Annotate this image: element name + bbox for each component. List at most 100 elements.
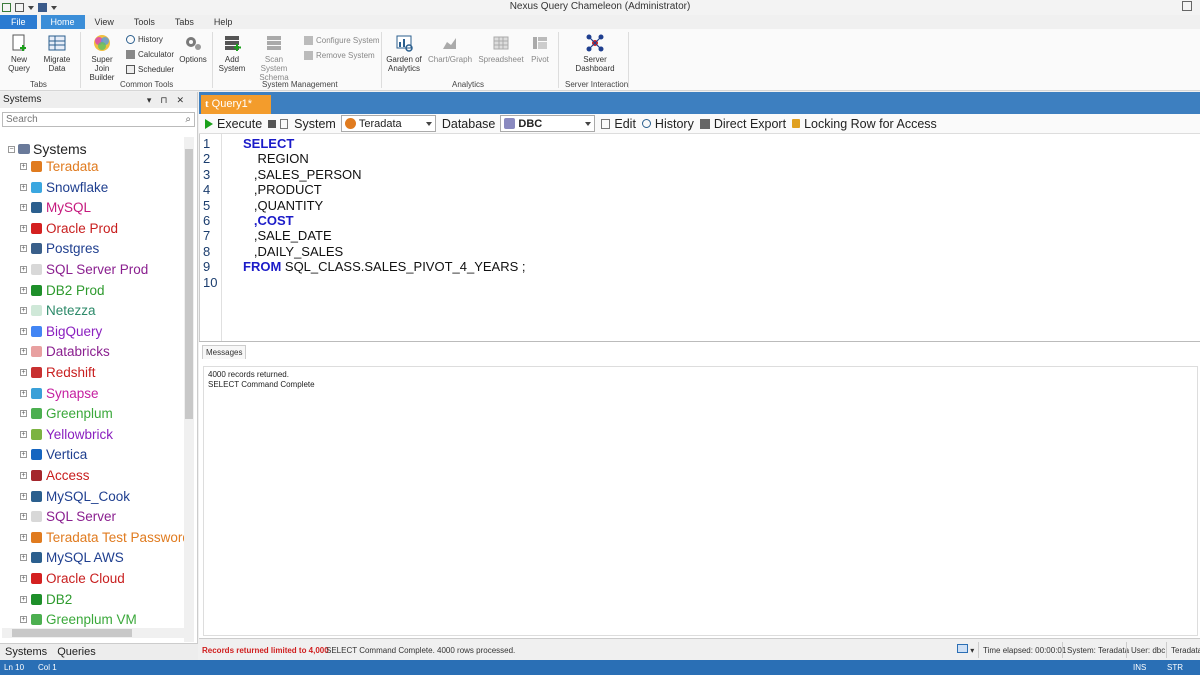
code-line[interactable]: ,SALE_DATE <box>243 228 332 243</box>
tree-item[interactable]: + MySQL AWS <box>20 550 124 565</box>
options-button[interactable]: Options <box>178 33 208 64</box>
code-line[interactable]: SELECT <box>243 136 294 151</box>
system-select[interactable]: Teradata <box>340 115 436 132</box>
code-line[interactable]: ,QUANTITY <box>243 198 323 213</box>
expand-icon[interactable]: + <box>20 163 27 170</box>
tree-item[interactable]: + Vertica <box>20 447 87 462</box>
expand-icon[interactable]: + <box>20 430 27 438</box>
menu-file[interactable]: File <box>0 15 37 29</box>
calculator-button[interactable]: Calculator <box>126 50 174 59</box>
search-icon[interactable]: ⌕ <box>185 114 191 125</box>
tree-item[interactable]: + Postgres <box>20 241 99 256</box>
restore-window-icon[interactable] <box>1182 1 1192 11</box>
tree-item[interactable]: + Netezza <box>20 303 96 318</box>
expand-icon[interactable]: + <box>20 245 27 253</box>
tree-item[interactable]: + BigQuery <box>20 324 102 339</box>
scheduler-button[interactable]: Scheduler <box>126 65 174 74</box>
expand-icon[interactable]: + <box>20 327 27 335</box>
tree-vertical-scrollbar[interactable] <box>184 137 194 642</box>
menu-help[interactable]: Help <box>204 15 243 29</box>
expand-icon[interactable]: + <box>20 348 27 356</box>
history-toolbar-button[interactable]: History <box>641 117 694 131</box>
expand-icon[interactable]: + <box>20 595 27 603</box>
tree-item[interactable]: + Snowflake <box>20 180 108 195</box>
expand-icon[interactable]: + <box>20 554 27 562</box>
expand-icon[interactable]: + <box>20 183 27 191</box>
sql-editor[interactable]: 1 2 3 4 5 6 7 8 9 10 SELECT REGION ,SALES_PERSON … <box>199 134 1200 341</box>
menu-home[interactable]: Home <box>40 15 85 29</box>
chart-graph-button[interactable]: Chart/Graph <box>428 33 472 64</box>
expand-icon[interactable]: + <box>20 369 27 376</box>
tab-query1[interactable]: t Query1* <box>201 95 271 114</box>
menu-tools[interactable]: Tools <box>124 15 165 29</box>
tree-item[interactable]: + Oracle Prod <box>20 221 118 236</box>
expand-icon[interactable]: + <box>20 224 27 232</box>
remove-system-button[interactable]: Remove System <box>304 51 375 60</box>
systems-search-input[interactable] <box>3 113 173 126</box>
edit-button[interactable]: Edit <box>601 117 636 131</box>
status-menu-button[interactable]: ▾ <box>957 644 974 655</box>
expand-icon[interactable]: + <box>20 286 27 294</box>
tree-item[interactable]: + MySQL <box>20 200 91 215</box>
page-icon[interactable] <box>280 118 289 129</box>
expand-icon[interactable]: + <box>20 492 27 500</box>
expand-icon[interactable]: + <box>20 204 27 212</box>
code-line[interactable]: ,PRODUCT <box>243 182 322 197</box>
pivot-button[interactable]: Pivot <box>528 33 552 64</box>
code-line[interactable]: FROM SQL_CLASS.SALES_PIVOT_4_YEARS ; <box>243 259 526 274</box>
configure-system-button[interactable]: Configure System <box>304 36 380 45</box>
code-line[interactable]: REGION <box>243 151 308 166</box>
tree-item[interactable]: + SQL Server Prod <box>20 262 148 277</box>
systems-search-box[interactable]: ⌕ <box>2 112 195 127</box>
execute-button[interactable]: Execute <box>205 117 262 131</box>
tree-root[interactable]: − Systems <box>8 141 87 157</box>
menu-tabs[interactable]: Tabs <box>165 15 204 29</box>
tree-item[interactable]: + Access <box>20 468 90 483</box>
database-select[interactable]: DBC <box>500 115 596 132</box>
menu-view[interactable]: View <box>85 15 124 29</box>
locking-row-button[interactable]: Locking Row for Access <box>792 117 937 131</box>
code-line[interactable]: ,DAILY_SALES <box>243 244 343 259</box>
tree-item[interactable]: + DB2 <box>20 592 72 607</box>
code-line[interactable]: ,SALES_PERSON <box>243 167 362 182</box>
panel-header-buttons[interactable]: ▾⊓✕ <box>147 92 193 108</box>
expand-icon[interactable]: + <box>20 575 27 582</box>
tree-horizontal-scrollbar[interactable] <box>2 628 194 638</box>
tab-queries[interactable]: Queries <box>52 644 101 660</box>
spreadsheet-button[interactable]: Spreadsheet <box>478 33 524 64</box>
tree-item[interactable]: + Synapse <box>20 386 99 401</box>
tree-item[interactable]: + Redshift <box>20 365 96 380</box>
tree-item[interactable]: + Yellowbrick <box>20 427 113 442</box>
tree-item[interactable]: + Teradata <box>20 159 99 174</box>
expand-icon[interactable]: + <box>20 451 27 459</box>
tree-item[interactable]: + Databricks <box>20 344 110 359</box>
tab-systems[interactable]: Systems <box>0 644 52 660</box>
expand-icon[interactable]: + <box>20 307 27 315</box>
collapse-icon[interactable]: − <box>8 145 15 153</box>
tree-item[interactable]: + Greenplum VM <box>20 612 137 627</box>
tree-item[interactable]: + SQL Server <box>20 509 116 524</box>
new-query-button[interactable]: New Query <box>4 33 34 73</box>
expand-icon[interactable]: + <box>20 533 27 541</box>
expand-icon[interactable]: + <box>20 266 27 273</box>
tree-item[interactable]: + Oracle Cloud <box>20 571 125 586</box>
code-line[interactable]: ,COST <box>243 213 294 228</box>
expand-icon[interactable]: + <box>20 472 27 479</box>
tree-item[interactable]: + MySQL_Cook <box>20 489 130 504</box>
super-join-builder-button[interactable]: Super Join Builder <box>84 33 120 82</box>
add-system-button[interactable]: Add System <box>217 33 247 73</box>
history-button[interactable]: History <box>126 35 163 44</box>
server-dashboard-button[interactable]: Server Dashboard <box>570 33 620 73</box>
direct-export-button[interactable]: Direct Export <box>699 117 786 131</box>
tab-messages[interactable]: Messages <box>202 345 247 359</box>
expand-icon[interactable]: + <box>20 616 27 624</box>
expand-icon[interactable]: + <box>20 410 27 418</box>
migrate-data-button[interactable]: Migrate Data <box>40 33 74 73</box>
scan-system-schema-button[interactable]: Scan System Schema <box>252 33 296 82</box>
tree-item[interactable]: + DB2 Prod <box>20 283 105 298</box>
expand-icon[interactable]: + <box>20 389 27 397</box>
garden-of-analytics-button[interactable]: Garden of Analytics <box>384 33 424 73</box>
expand-icon[interactable]: + <box>20 513 27 521</box>
tree-item[interactable]: + Teradata Test Password <box>20 530 184 545</box>
tree-item[interactable]: + Greenplum <box>20 406 113 421</box>
